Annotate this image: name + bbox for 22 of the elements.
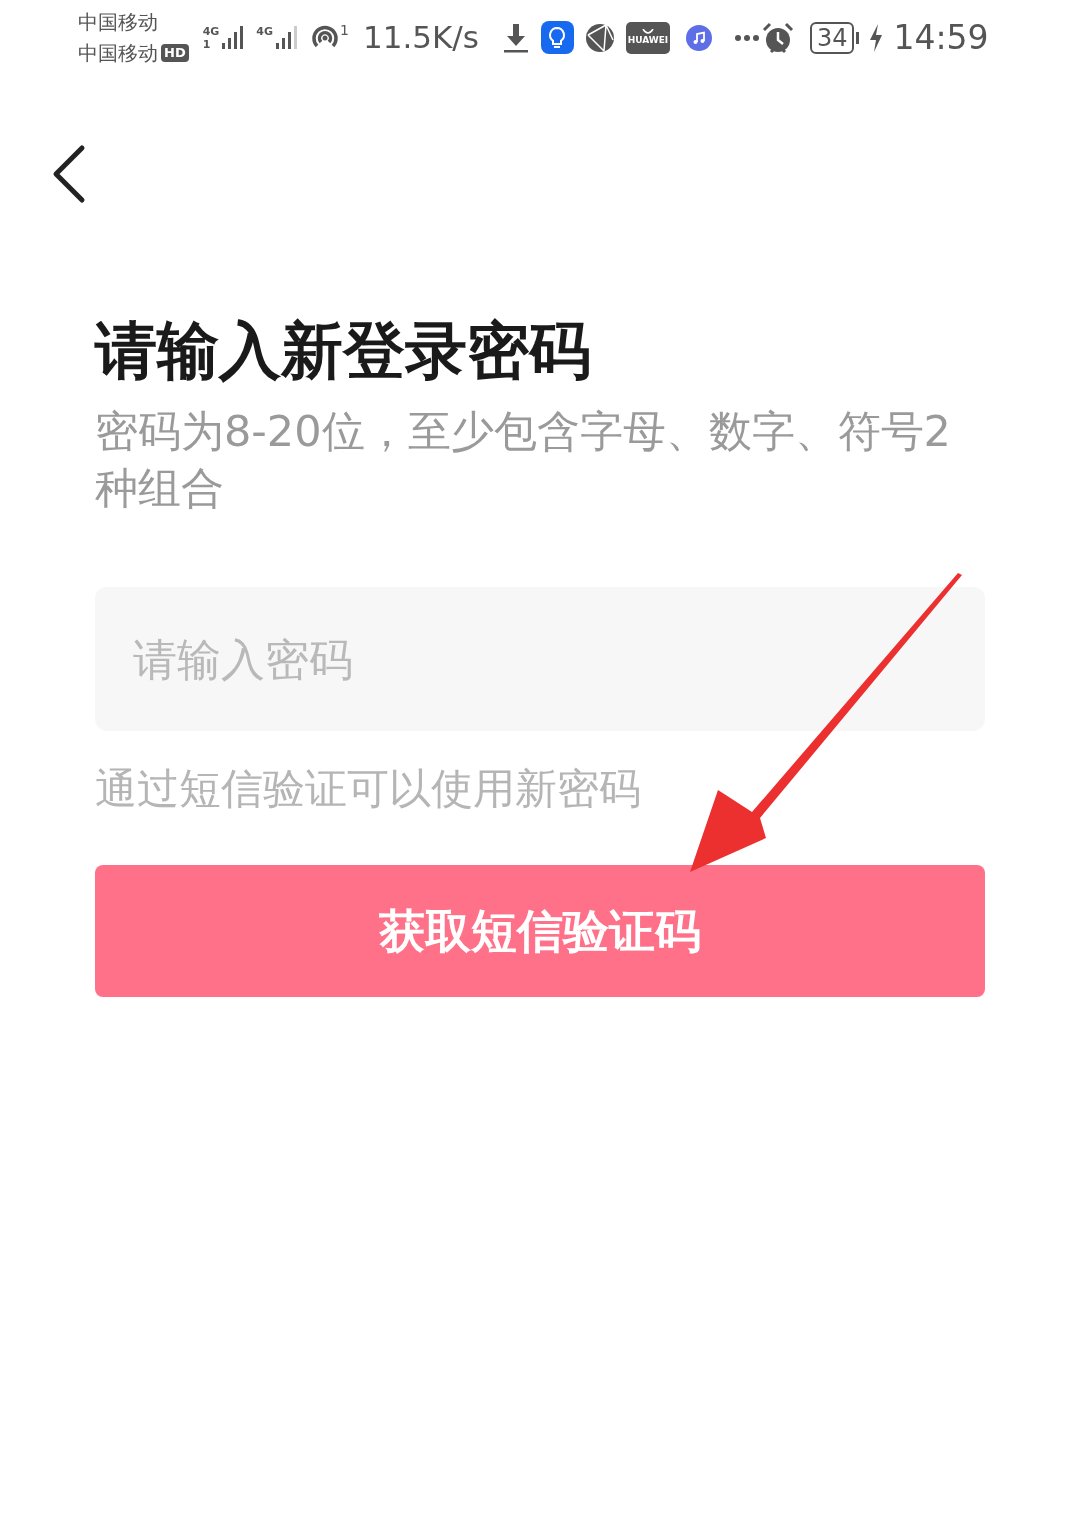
password-rules-text: 密码为8-20位，至少包含字母、数字、符号2种组合 [95,405,952,515]
page-title: 请输入新登录密码 [95,313,592,389]
alarm-icon [761,21,794,54]
network-type: 4G [256,24,274,38]
battery-indicator: 34 [809,21,860,54]
carrier-name: 中国移动 [78,8,159,36]
sim-index: 1 [202,37,212,51]
charging-icon [869,23,884,52]
sms-hint-text: 通过短信验证可以使用新密码 [95,763,642,815]
bag-handle-icon [641,29,654,35]
clock-time: 14:59 [893,16,989,59]
hotspot-count: 1 [340,22,349,37]
lightbulb-app-icon [540,21,574,54]
password-field[interactable]: 请输入密码 [95,587,985,731]
carrier-name: 中国移动 [78,39,158,67]
globe-icon [583,21,616,54]
hd-badge: HD [161,44,189,62]
network-type: 4G [202,24,220,38]
app-icon-label: HUAWEI [627,35,669,46]
more-icon [733,33,760,42]
music-app-icon [685,24,712,51]
network-speed: 11.5K/s [362,18,479,58]
